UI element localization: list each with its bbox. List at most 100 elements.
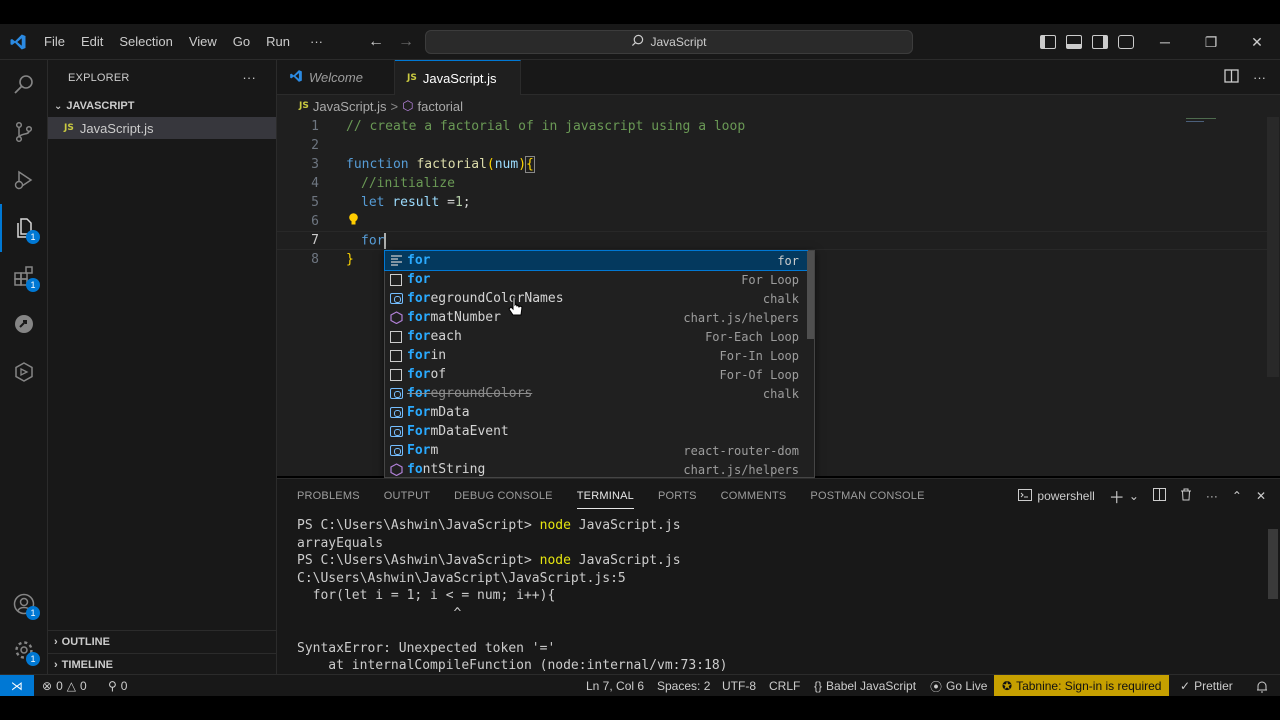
error-count: 0	[56, 679, 63, 693]
variable-icon	[385, 388, 407, 399]
tab-javascript-js[interactable]: JS JavaScript.js	[395, 60, 521, 95]
indentation-status[interactable]: Spaces: 2	[657, 675, 710, 697]
menu-view[interactable]: View	[181, 24, 225, 60]
menu-file[interactable]: File	[36, 24, 73, 60]
terminal-shell-selector[interactable]: powershell	[1018, 488, 1095, 504]
suggestion-item[interactable]: formatNumber chart.js/helpers	[385, 308, 807, 327]
cube-extension-icon[interactable]	[0, 348, 48, 396]
tab-comments[interactable]: COMMENTS	[721, 479, 787, 513]
notifications-bell-icon[interactable]	[1256, 675, 1268, 697]
language-mode[interactable]: {} Babel JavaScript	[814, 675, 916, 697]
suggestion-label: forof	[407, 367, 447, 382]
command-center[interactable]: JavaScript	[425, 30, 913, 54]
suggestion-label: forin	[407, 348, 447, 363]
new-terminal-icon[interactable]: ＋	[1109, 484, 1125, 508]
minimize-icon[interactable]: ─	[1142, 24, 1188, 60]
tab-ports[interactable]: PORTS	[658, 479, 697, 513]
suggestion-item[interactable]: foregroundColorNames chalk	[385, 289, 807, 308]
suggestion-item[interactable]: FormData	[385, 403, 807, 422]
explorer-icon[interactable]: 1	[0, 204, 48, 252]
run-debug-icon[interactable]	[0, 156, 48, 204]
menu-edit[interactable]: Edit	[73, 24, 111, 60]
split-terminal-icon[interactable]	[1152, 488, 1166, 504]
tab-terminal[interactable]: TERMINAL	[576, 479, 635, 513]
extensions-icon[interactable]: 1	[0, 252, 48, 300]
go-live-button[interactable]: ⦿ Go Live	[930, 675, 987, 697]
minimap[interactable]	[1186, 117, 1220, 123]
toggle-panel-icon[interactable]	[1066, 35, 1082, 49]
suggestion-item[interactable]: fontString chart.js/helpers	[385, 460, 807, 479]
sidebar-more-button[interactable]: ···	[242, 70, 256, 85]
terminal-line: at internalCompileFunction (node:interna…	[297, 658, 728, 673]
timeline-section-header[interactable]: › TIMELINE	[48, 653, 277, 675]
lightbulb-icon[interactable]	[348, 213, 358, 225]
editor-scrollbar[interactable]	[1267, 117, 1279, 377]
toggle-secondary-sidebar-icon[interactable]	[1092, 35, 1108, 49]
tab-debug-console[interactable]: DEBUG CONSOLE	[454, 479, 553, 513]
suggestion-item[interactable]: FormDataEvent	[385, 422, 807, 441]
tab-postman-console[interactable]: POSTMAN CONSOLE	[810, 479, 924, 513]
code-line: 1 // create a factorial of in javascript…	[277, 117, 1267, 136]
outline-section-header[interactable]: › OUTLINE	[48, 631, 277, 653]
problems-status[interactable]: ⊗ 0 △ 0	[42, 675, 87, 697]
chevron-down-icon[interactable]: ⌄	[1129, 489, 1139, 503]
split-editor-icon[interactable]	[1224, 69, 1239, 86]
js-file-icon: JS	[407, 73, 417, 83]
breadcrumb-symbol[interactable]: factorial	[418, 99, 464, 114]
suggestion-item[interactable]: Form react-router-dom	[385, 441, 807, 460]
toggle-primary-sidebar-icon[interactable]	[1040, 35, 1056, 49]
mouse-pointer-icon	[508, 296, 524, 318]
search-icon	[631, 34, 644, 50]
suggestion-item[interactable]: for for	[384, 250, 808, 271]
source-control-icon[interactable]	[0, 108, 48, 156]
js-file-icon: JS	[64, 123, 74, 133]
customize-layout-icon[interactable]	[1118, 35, 1134, 49]
restore-icon[interactable]: ❐	[1188, 24, 1234, 60]
remote-indicator-icon[interactable]: ⋊	[0, 675, 34, 697]
more-actions-icon[interactable]: ···	[1253, 70, 1266, 85]
tab-output[interactable]: OUTPUT	[384, 479, 430, 513]
remote-explorer-icon[interactable]	[0, 300, 48, 348]
line-number: 2	[311, 138, 319, 153]
menu-go[interactable]: Go	[225, 24, 258, 60]
file-item-javascript-js[interactable]: JS JavaScript.js	[48, 117, 276, 139]
ports-status[interactable]: ⚲ 0	[108, 675, 127, 697]
tab-problems[interactable]: PROBLEMS	[297, 479, 360, 513]
maximize-panel-icon[interactable]: ⌃	[1232, 489, 1242, 503]
broadcast-icon: ⦿	[930, 679, 943, 694]
manage-gear-icon[interactable]: 1	[0, 626, 48, 674]
terminal-line: arrayEquals	[297, 535, 384, 551]
breadcrumb-file[interactable]: JavaScript.js	[313, 99, 387, 114]
prettier-status[interactable]: ✓ Prettier	[1180, 675, 1233, 697]
tab-welcome[interactable]: Welcome	[277, 60, 395, 95]
file-name: JavaScript.js	[79, 120, 154, 136]
tabnine-status[interactable]: ✪ Tabnine: Sign-in is required	[994, 675, 1170, 697]
forward-arrow-icon[interactable]: →	[396, 33, 416, 51]
suggestions-scrollbar[interactable]	[807, 251, 814, 339]
more-actions-icon[interactable]: ···	[1206, 489, 1218, 503]
folder-section-header[interactable]: ⌄ JAVASCRIPT	[48, 95, 276, 117]
radio-tower-icon: ⚲	[108, 679, 117, 693]
encoding-status[interactable]: UTF-8	[722, 675, 756, 697]
suggestion-detail: For-In Loop	[719, 348, 799, 363]
terminal-output[interactable]: PS C:\Users\Ashwin\JavaScript> node Java…	[297, 517, 727, 675]
suggestion-item[interactable]: for For Loop	[385, 270, 807, 289]
explorer-search-icon[interactable]	[0, 60, 48, 108]
cursor-position[interactable]: Ln 7, Col 6	[586, 675, 644, 697]
back-arrow-icon[interactable]: ←	[366, 33, 386, 51]
eol-status[interactable]: CRLF	[769, 675, 800, 697]
close-icon[interactable]: ✕	[1234, 24, 1280, 60]
suggestion-item[interactable]: forin For-In Loop	[385, 346, 807, 365]
tabnine-label: Tabnine: Sign-in is required	[1016, 679, 1162, 693]
variable-icon	[385, 407, 407, 418]
trash-icon[interactable]	[1180, 488, 1192, 504]
menu-run[interactable]: Run	[258, 24, 298, 60]
terminal-scrollbar[interactable]	[1268, 529, 1278, 599]
suggestion-item[interactable]: foregroundColors chalk	[385, 384, 807, 403]
accounts-icon[interactable]: 1	[0, 580, 48, 628]
menu-more[interactable]: ···	[298, 24, 331, 60]
suggestion-item[interactable]: forof For-Of Loop	[385, 365, 807, 384]
suggestion-item[interactable]: foreach For-Each Loop	[385, 327, 807, 346]
close-panel-icon[interactable]: ✕	[1256, 489, 1266, 503]
menu-selection[interactable]: Selection	[111, 24, 180, 60]
